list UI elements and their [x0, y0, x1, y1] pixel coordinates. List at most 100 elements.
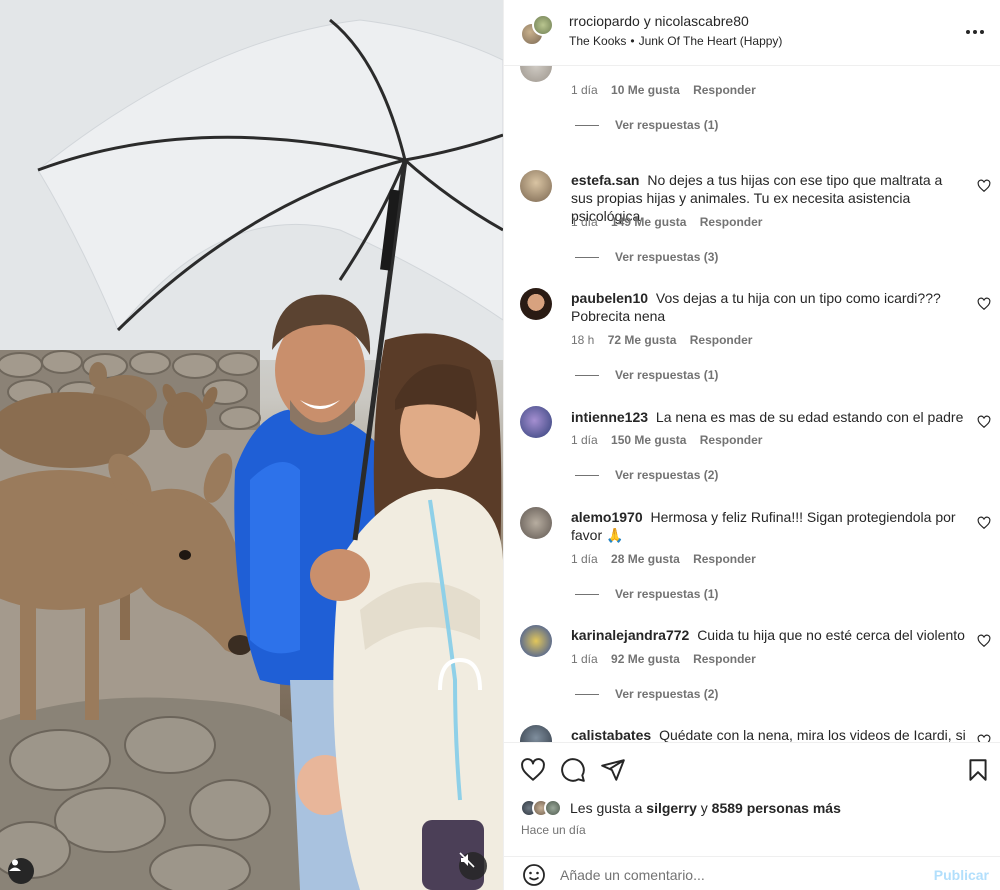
emoji-icon [523, 864, 545, 886]
like-comment-button[interactable] [977, 734, 991, 742]
like-comment-button[interactable] [977, 516, 991, 530]
view-replies-label[interactable]: Ver respuestas (2) [615, 687, 718, 701]
music-info[interactable]: The Kooks • Junk Of The Heart (Happy) [569, 34, 782, 48]
view-replies-label[interactable]: Ver respuestas (1) [615, 587, 718, 601]
add-comment-bar: Publicar [504, 856, 1000, 890]
view-replies-button[interactable]: Ver respuestas (2) [575, 687, 718, 701]
comment-username[interactable]: estefa.san [571, 172, 639, 188]
view-replies-label[interactable]: Ver respuestas (1) [615, 118, 718, 132]
avatar[interactable] [520, 725, 552, 742]
like-comment-button[interactable] [977, 415, 991, 429]
save-button[interactable] [965, 757, 991, 783]
divider [575, 693, 599, 695]
comment-likes[interactable]: 10 Me gusta [611, 83, 680, 97]
heart-icon [521, 758, 545, 781]
likes-prefix: Les gusta a [570, 800, 643, 816]
comment-meta: 1 día 92 Me gusta Responder [571, 652, 766, 666]
likes-others[interactable]: 8589 personas más [712, 800, 841, 816]
view-replies-label[interactable]: Ver respuestas (3) [615, 250, 718, 264]
divider [575, 256, 599, 258]
like-comment-button[interactable] [977, 634, 991, 648]
comments-list[interactable]: lindo 1 día 10 Me gusta Responder Ver re… [504, 66, 1000, 742]
emoji-button[interactable] [522, 863, 546, 887]
comment-username[interactable]: alemo1970 [571, 509, 643, 525]
comment-username[interactable]: calistabates [571, 727, 651, 742]
heart-icon [977, 297, 991, 311]
avatar[interactable] [520, 625, 552, 657]
comment-button[interactable] [560, 757, 586, 783]
view-replies-button[interactable]: Ver respuestas (1) [575, 118, 718, 132]
person-icon [9, 859, 21, 871]
view-replies-button[interactable]: Ver respuestas (1) [575, 368, 718, 382]
comment-input[interactable] [560, 865, 920, 885]
more-horizontal-icon [966, 30, 984, 34]
avatar[interactable] [544, 799, 562, 817]
reply-button[interactable]: Responder [693, 552, 756, 566]
like-button[interactable] [520, 757, 546, 783]
divider [575, 124, 599, 126]
comment-likes[interactable]: 28 Me gusta [611, 552, 680, 566]
author-names[interactable]: rrociopardo y nicolascabre80 [569, 13, 749, 29]
post-header: rrociopardo y nicolascabre80 The Kooks • J… [504, 0, 1000, 66]
mute-button[interactable] [459, 852, 487, 880]
comment-username[interactable]: paubelen10 [571, 290, 648, 306]
comment-time[interactable]: 18 h [571, 333, 594, 347]
divider [575, 374, 599, 376]
comment-text: Cuida tu hija que no esté cerca del viol… [697, 627, 965, 643]
avatar[interactable] [520, 288, 552, 320]
likes-summary[interactable]: Les gusta a silgerry y 8589 personas más [520, 799, 841, 817]
comment-meta: 18 h 72 Me gusta Responder [571, 333, 762, 347]
comment-text: Quédate con la nena, mira los videos de … [659, 727, 966, 742]
like-comment-button[interactable] [977, 297, 991, 311]
comment-username[interactable]: intienne123 [571, 409, 648, 425]
comment-likes[interactable]: 92 Me gusta [611, 652, 680, 666]
comment-time[interactable]: 1 día [571, 652, 598, 666]
avatar[interactable] [520, 406, 552, 438]
comment-likes[interactable]: 150 Me gusta [611, 433, 686, 447]
avatar[interactable] [532, 14, 554, 36]
divider [575, 474, 599, 476]
comment-time[interactable]: 1 día [571, 83, 598, 97]
comment-likes[interactable]: 72 Me gusta [608, 333, 677, 347]
likes-connector: y [700, 800, 708, 816]
view-replies-button[interactable]: Ver respuestas (1) [575, 587, 718, 601]
comment-username[interactable]: karinalejandra772 [571, 627, 689, 643]
avatar[interactable] [520, 66, 552, 82]
heart-icon [977, 516, 991, 530]
reply-button[interactable]: Responder [700, 215, 763, 229]
comment-likes[interactable]: 149 Me gusta [611, 215, 686, 229]
author-avatars[interactable] [520, 14, 554, 48]
post-comment-button[interactable]: Publicar [934, 867, 989, 883]
view-replies-button[interactable]: Ver respuestas (2) [575, 468, 718, 482]
comment-time[interactable]: 1 día [571, 552, 598, 566]
comment-meta: 1 día 150 Me gusta Responder [571, 433, 772, 447]
heart-icon [977, 634, 991, 648]
view-replies-button[interactable]: Ver respuestas (3) [575, 250, 718, 264]
user-tag-icon[interactable] [8, 858, 34, 884]
reply-button[interactable]: Responder [690, 333, 753, 347]
likes-user[interactable]: silgerry [646, 800, 697, 816]
avatar[interactable] [520, 170, 552, 202]
share-button[interactable] [600, 757, 626, 783]
post-media[interactable] [0, 0, 503, 890]
comment-time[interactable]: 1 día [571, 433, 598, 447]
divider [575, 593, 599, 595]
bookmark-icon [969, 759, 987, 781]
more-options-button[interactable] [961, 18, 989, 46]
send-icon [601, 759, 625, 781]
heart-icon [977, 734, 991, 742]
reply-button[interactable]: Responder [700, 433, 763, 447]
post-date[interactable]: Hace un día [521, 823, 586, 837]
reply-button[interactable]: Responder [693, 83, 756, 97]
heart-icon [977, 415, 991, 429]
view-replies-label[interactable]: Ver respuestas (1) [615, 368, 718, 382]
comment-time[interactable]: 1 día [571, 215, 598, 229]
view-replies-label[interactable]: Ver respuestas (2) [615, 468, 718, 482]
like-comment-button[interactable] [977, 179, 991, 193]
music-artist[interactable]: The Kooks [569, 34, 626, 48]
post-panel: rrociopardo y nicolascabre80 The Kooks • J… [503, 0, 1000, 890]
comment-text: La nena es mas de su edad estando con el… [655, 409, 964, 425]
music-song[interactable]: Junk Of The Heart (Happy) [639, 34, 783, 48]
avatar[interactable] [520, 507, 552, 539]
reply-button[interactable]: Responder [693, 652, 756, 666]
